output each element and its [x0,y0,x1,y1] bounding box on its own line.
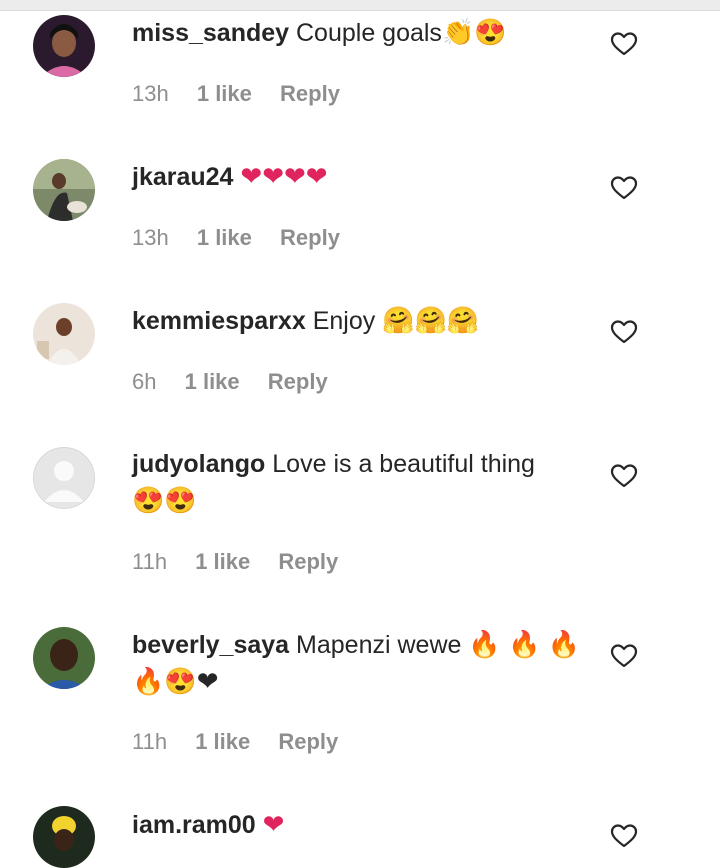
comment-time: 11h [132,549,168,574]
comment-username[interactable]: kemmiesparxx [132,307,306,335]
comment-time: 13h [132,225,169,250]
comment-username[interactable]: miss_sandey [132,19,289,47]
comment-username[interactable]: judyolango [132,450,265,478]
comment-meta: 11h 1 like Reply [132,728,360,756]
reply-button[interactable]: Reply [280,81,340,106]
like-heart-icon[interactable] [610,463,638,489]
comment-body: Mapenzi wewe [296,631,462,659]
comment-username[interactable]: jkarau24 [132,163,233,191]
like-heart-icon[interactable] [610,319,638,345]
comment-text: kemmiesparxx Enjoy 🤗🤗🤗 [132,302,582,339]
comment-username[interactable]: beverly_saya [132,631,289,659]
reply-button[interactable]: Reply [268,369,328,394]
comment-emojis: 😍😍 [132,485,197,515]
like-heart-icon[interactable] [610,31,638,57]
reply-button[interactable]: Reply [278,729,338,754]
reply-button[interactable]: Reply [280,225,340,250]
comment-meta: 6h 1 like Reply [132,368,350,396]
avatar[interactable] [33,806,95,868]
comment-username[interactable]: iam.ram00 [132,811,256,839]
comment-body: Enjoy [312,307,376,335]
comment-emojis: ❤ [262,809,285,839]
comment-time: 6h [132,369,157,394]
avatar[interactable] [33,627,95,689]
comment-likes[interactable]: 1 like [197,225,252,250]
comment-emojis: 🤗🤗🤗 [382,305,480,335]
reply-button[interactable]: Reply [278,549,338,574]
avatar[interactable] [33,447,95,509]
comment-likes[interactable]: 1 like [197,81,252,106]
comment-text: judyolango Love is a beautiful thing 😍😍 [132,446,582,519]
comment-body: Couple goals [296,19,442,47]
comment-likes[interactable]: 1 like [195,549,250,574]
top-divider [0,0,720,11]
comment-meta: 13h 1 like Reply [132,224,362,252]
comment-meta: 11h 1 like Reply [132,548,360,576]
comment-emojis: 👏😍 [441,17,507,47]
like-heart-icon[interactable] [610,823,638,849]
comment-emojis: ❤❤❤❤ [240,161,328,191]
avatar[interactable] [33,303,95,365]
comment-body: Love is a beautiful thing [272,450,535,478]
like-heart-icon[interactable] [610,643,638,669]
comment-likes[interactable]: 1 like [185,369,240,394]
comment-text: miss_sandey Couple goals👏😍 [132,14,582,51]
comment-text: jkarau24 ❤❤❤❤ [132,158,582,195]
avatar[interactable] [33,15,95,77]
comment-time: 13h [132,81,169,106]
avatar[interactable] [33,159,95,221]
comment-likes[interactable]: 1 like [195,729,250,754]
comment-time: 11h [132,729,168,754]
comment-meta: 13h 1 like Reply [132,80,362,108]
comment-text: iam.ram00 ❤ [132,806,582,843]
comment-text: beverly_saya Mapenzi wewe 🔥 🔥 🔥 🔥😍❤ [132,626,582,700]
like-heart-icon[interactable] [610,175,638,201]
